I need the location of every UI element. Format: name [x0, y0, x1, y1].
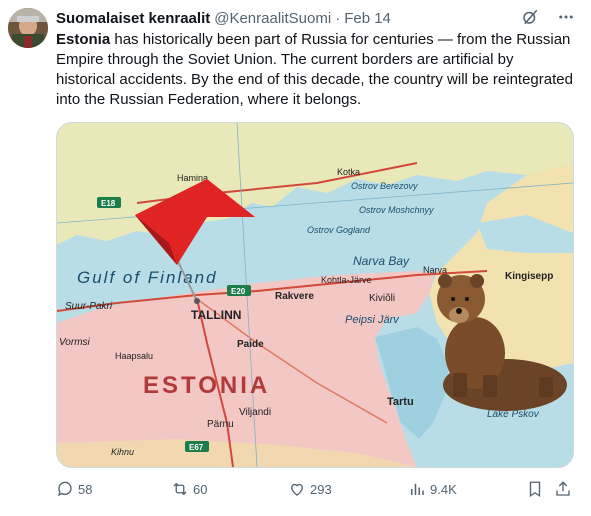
map-label-suur-pakri: Suur-Pakri	[65, 301, 113, 312]
grok-icon[interactable]	[521, 8, 539, 31]
reply-count: 58	[78, 481, 93, 497]
reply-button[interactable]: 58	[56, 480, 92, 498]
map-label-parnu: Pärnu	[207, 419, 234, 430]
map-label-kivioli: Kiviõli	[369, 293, 395, 304]
like-count: 293	[310, 481, 332, 497]
map-label-ostrov-gogland: Ostrov Gogland	[307, 225, 371, 235]
author-name[interactable]: Suomalaiset kenraalit	[56, 10, 210, 27]
more-options-icon[interactable]	[557, 8, 575, 31]
map-label-ostrov-berezovy: Ostrov Berezovy	[351, 181, 418, 191]
author-avatar[interactable]	[8, 8, 48, 48]
map-label-peipsi: Peipsi Järv	[345, 314, 400, 326]
tweet-date[interactable]: Feb 14	[344, 10, 391, 27]
map-label-ostrov-moshchnyy: Ostrov Moshchnyy	[359, 205, 434, 215]
bookmark-icon	[529, 481, 541, 498]
map-label-vormsi: Vormsi	[59, 337, 91, 348]
road-shield-e18: E18	[101, 199, 116, 208]
map-label-gulf: Gulf of Finland	[77, 268, 218, 287]
tweet-header: Suomalaiset kenraalit @KenraalitSuomi · …	[56, 8, 571, 28]
map-label-haapsalu: Haapsalu	[115, 351, 153, 361]
map-label-kotka: Kotka	[337, 167, 360, 177]
map-label-tallinn: TALLINN	[191, 308, 241, 322]
tweet-text-bold-lead[interactable]: Estonia	[56, 31, 110, 48]
road-shield-e20: E20	[231, 287, 246, 296]
road-shield-e67: E67	[189, 443, 204, 452]
tweet[interactable]: Suomalaiset kenraalit @KenraalitSuomi · …	[0, 0, 591, 516]
bookmark-button[interactable]	[526, 480, 544, 498]
map-label-narva-bay: Narva Bay	[353, 254, 410, 268]
map-label-kohtla: Kohtla-Järve	[321, 275, 372, 285]
tweet-actions: 58 60 293 9.4K	[56, 476, 572, 504]
heart-icon	[291, 483, 303, 496]
map-label-kingisepp: Kingisepp	[505, 271, 553, 282]
avatar-image	[8, 8, 48, 48]
like-button[interactable]: 293	[288, 480, 332, 498]
separator-dot: ·	[335, 9, 341, 27]
reply-icon	[57, 481, 72, 497]
tweet-text: Estonia has historically been part of Ru…	[56, 30, 576, 110]
repost-button[interactable]: 60	[171, 480, 207, 498]
header-actions	[521, 8, 575, 31]
map-label-country: ESTONIA	[143, 372, 270, 399]
tweet-image[interactable]: Gulf of Finland ESTONIA TALLINN Narva Ba…	[56, 122, 574, 468]
map-image: Gulf of Finland ESTONIA TALLINN Narva Ba…	[57, 123, 573, 467]
share-button[interactable]	[554, 480, 572, 498]
author-handle[interactable]: @KenraalitSuomi	[214, 10, 331, 27]
map-label-rakvere: Rakvere	[275, 291, 314, 302]
share-icon	[556, 481, 570, 496]
views-count: 9.4K	[430, 481, 457, 497]
views-icon	[411, 483, 424, 495]
tweet-text-body: has historically been part of Russia for…	[56, 31, 573, 108]
map-label-narva: Narva	[423, 265, 447, 275]
views-button[interactable]: 9.4K	[408, 480, 457, 498]
map-label-tartu: Tartu	[387, 396, 414, 408]
map-label-kihnu: Kihnu	[111, 447, 134, 457]
map-label-paide: Paide	[237, 339, 264, 350]
repost-icon	[173, 482, 187, 496]
repost-count: 60	[193, 481, 208, 497]
map-label-viljandi: Viljandi	[239, 407, 271, 418]
